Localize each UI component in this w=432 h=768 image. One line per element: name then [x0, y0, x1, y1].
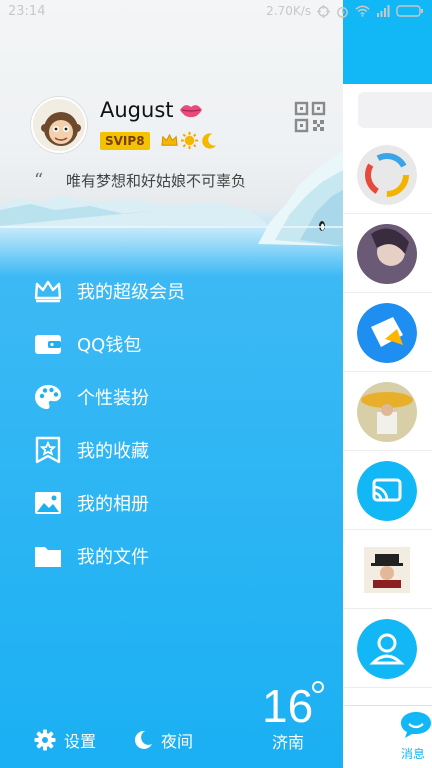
svip-badge[interactable]: SVIP8 — [100, 132, 150, 150]
search-bar[interactable] — [358, 92, 432, 128]
night-mode-label: 夜间 — [161, 732, 194, 751]
menu-item-favorites[interactable]: 我的收藏 — [0, 424, 343, 476]
moon-icon — [134, 730, 152, 749]
list-item[interactable] — [343, 452, 432, 530]
menu-item-album[interactable]: 我的相册 — [0, 477, 343, 529]
menu-item-files[interactable]: 我的文件 — [0, 530, 343, 582]
gear-icon — [34, 729, 56, 751]
menu-item-qq-wallet[interactable]: QQ钱包 — [0, 318, 343, 370]
list-item[interactable] — [343, 531, 432, 609]
status-icons: 2.70K/s — [266, 4, 424, 18]
list-item[interactable] — [343, 215, 432, 293]
sun-icon — [180, 131, 199, 150]
photo-icon — [35, 492, 61, 514]
settings-button[interactable]: 设置 — [34, 726, 96, 754]
wallet-icon — [35, 335, 61, 354]
moon-icon — [202, 133, 217, 149]
contact-avatar — [357, 224, 417, 284]
night-mode-button[interactable]: 夜间 — [133, 726, 193, 754]
qq-zone-icon — [357, 145, 417, 205]
profile-name[interactable]: August — [100, 98, 174, 122]
weather-city[interactable]: 济南 — [272, 729, 304, 753]
menu-label: 我的超级会员 — [77, 282, 185, 303]
profile-signature[interactable]: 唯有梦想和好姑娘不可辜负 — [66, 170, 246, 191]
contact-icon — [357, 619, 417, 679]
signal-icon — [377, 5, 390, 17]
side-drawer: August SVIP8 “ 唯有梦想和好姑娘不可辜负 我的超级会员 QQ钱包 … — [0, 0, 343, 768]
weather-temperature[interactable]: 16 — [262, 679, 313, 733]
screencast-icon — [357, 461, 417, 521]
degree-icon — [312, 681, 324, 693]
qr-code-icon[interactable] — [294, 101, 326, 133]
lips-icon — [180, 105, 202, 118]
crown-icon — [161, 133, 178, 146]
folder-icon — [35, 547, 61, 567]
transfer-icon — [357, 303, 417, 363]
menu-label: 我的相册 — [77, 494, 149, 515]
list-item[interactable] — [343, 136, 432, 214]
alarm-icon — [337, 6, 348, 18]
conversation-pane[interactable] — [343, 0, 432, 768]
contact-avatar — [357, 382, 417, 442]
menu-item-personalization[interactable]: 个性装扮 — [0, 371, 343, 423]
quote-icon: “ — [34, 170, 44, 191]
menu-label: 我的收藏 — [77, 441, 149, 462]
level-icons[interactable] — [160, 131, 219, 150]
list-item[interactable] — [343, 294, 432, 372]
network-speed: 2.70K/s — [266, 4, 311, 18]
wifi-icon — [355, 5, 370, 17]
list-item[interactable] — [343, 373, 432, 451]
settings-label: 设置 — [64, 732, 97, 751]
list-item[interactable] — [343, 610, 432, 688]
profile-avatar[interactable] — [31, 97, 87, 153]
status-bar: 23:14 2.70K/s — [0, 0, 432, 26]
palette-icon — [35, 385, 61, 409]
menu-item-super-vip[interactable]: 我的超级会员 — [0, 265, 343, 317]
status-time: 23:14 — [8, 4, 46, 19]
menu-label: 个性装扮 — [77, 388, 149, 409]
menu-label: QQ钱包 — [77, 335, 142, 356]
crown-icon — [34, 280, 62, 303]
menu-label: 我的文件 — [77, 547, 149, 568]
star-bookmark-icon — [35, 436, 61, 464]
tab-messages-label[interactable]: 消息 — [401, 745, 425, 762]
message-bubble-icon[interactable] — [399, 710, 432, 740]
battery-icon — [396, 5, 423, 17]
contact-avatar — [357, 540, 417, 600]
sync-icon — [317, 4, 330, 18]
